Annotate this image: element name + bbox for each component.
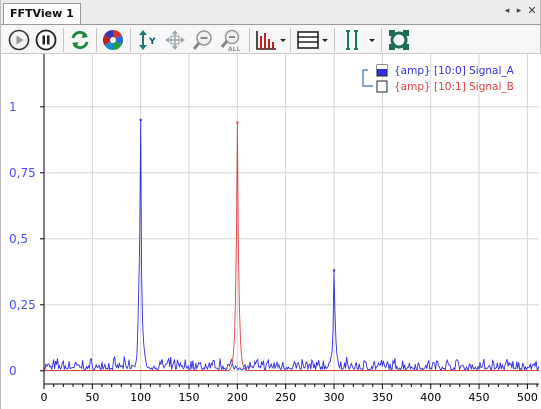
zoom-out-button[interactable] — [191, 28, 215, 52]
scroll-right-icon[interactable]: ▸ — [514, 5, 524, 17]
pin-icon[interactable]: ◂ — [502, 5, 512, 17]
fullscreen-icon — [389, 30, 409, 50]
series-line-signal-a[interactable] — [43, 119, 540, 372]
chevron-down-icon[interactable] — [369, 33, 375, 47]
y-tick-label: 0,5 — [9, 232, 28, 246]
tab-fftview[interactable]: FFTView 1 — [3, 3, 81, 24]
layout-icon — [297, 31, 319, 49]
zoom-out-all-icon: ALL — [220, 29, 240, 52]
pause-button[interactable] — [34, 28, 58, 52]
legend-swatch-top — [377, 65, 387, 69]
chevron-down-icon[interactable] — [280, 33, 286, 47]
series-group — [43, 54, 540, 372]
y-tick-label: 0,75 — [9, 166, 36, 180]
x-tick-label: 300 — [324, 391, 345, 404]
x-tick-label: 400 — [420, 391, 441, 404]
x-tick-label: 250 — [275, 391, 296, 404]
fullscreen-button[interactable] — [387, 28, 411, 52]
pan-icon — [165, 30, 185, 50]
svg-text:ALL: ALL — [228, 46, 240, 52]
legend-swatch[interactable] — [376, 80, 388, 93]
refresh-button[interactable] — [68, 28, 92, 52]
chevron-down-icon[interactable] — [322, 33, 328, 47]
color-wheel-icon — [102, 29, 124, 51]
bar-chart-icon — [256, 31, 276, 50]
zoom-out-icon — [192, 30, 212, 50]
legend[interactable]: {amp} [10:0] Signal_A {amp} [10:1] Signal… — [362, 64, 515, 93]
y-tick-label: 0 — [9, 364, 17, 378]
peak-point[interactable] — [236, 121, 239, 124]
x-tick-label: 100 — [130, 391, 151, 404]
peak-point[interactable] — [332, 269, 336, 272]
play-button[interactable] — [7, 28, 31, 52]
fft-chart[interactable]: 0 50 100 150 200 250 300 350 400 450 500 0 0,25 0,5 0,… — [1, 54, 541, 409]
peak-point[interactable] — [139, 118, 142, 122]
layout-button[interactable] — [296, 28, 320, 52]
y-autoscale-button[interactable]: Y — [135, 28, 159, 52]
x-tick-label: 450 — [469, 391, 490, 404]
fft-plot-area[interactable]: 0 50 100 150 200 250 300 350 400 450 500 0 0,25 0,5 0,… — [1, 54, 541, 409]
zoom-out-all-button[interactable]: ALL — [219, 28, 243, 52]
refresh-icon — [71, 30, 89, 50]
fft-view-window: FFTView 1 ◂ ▸ ✕ Y ALL 0 50 100 150 200 2… — [0, 0, 541, 409]
play-icon — [8, 29, 30, 51]
svg-text:Y: Y — [148, 37, 156, 47]
toolbar: Y ALL — [1, 24, 540, 54]
y-tick-label: 1 — [9, 100, 17, 114]
x-tick-label: 350 — [372, 391, 393, 404]
chart-type-button[interactable] — [254, 28, 278, 52]
x-tick-label: 150 — [179, 391, 200, 404]
pan-button[interactable] — [163, 28, 187, 52]
pause-icon — [35, 29, 57, 51]
y-autoscale-icon: Y — [139, 30, 156, 50]
x-tick-label: 50 — [85, 391, 99, 404]
x-tick-label: 200 — [227, 391, 248, 404]
x-tick-label: 500 — [517, 391, 538, 404]
grid-lines — [43, 54, 539, 384]
color-wheel-button[interactable] — [101, 28, 125, 52]
y-tick-label: 0,25 — [9, 298, 36, 312]
x-tick-label: 0 — [41, 391, 48, 404]
cursor-button[interactable] — [341, 28, 365, 52]
legend-label: {amp} [10:1] Signal_B — [394, 81, 514, 93]
legend-bracket — [362, 69, 373, 87]
tab-strip: FFTView 1 ◂ ▸ ✕ — [1, 0, 540, 24]
cursor-icon — [346, 30, 358, 50]
legend-label: {amp} [10:0] Signal_A — [394, 65, 515, 77]
series-line-signal-b[interactable] — [43, 54, 539, 371]
close-icon[interactable]: ✕ — [527, 5, 537, 17]
